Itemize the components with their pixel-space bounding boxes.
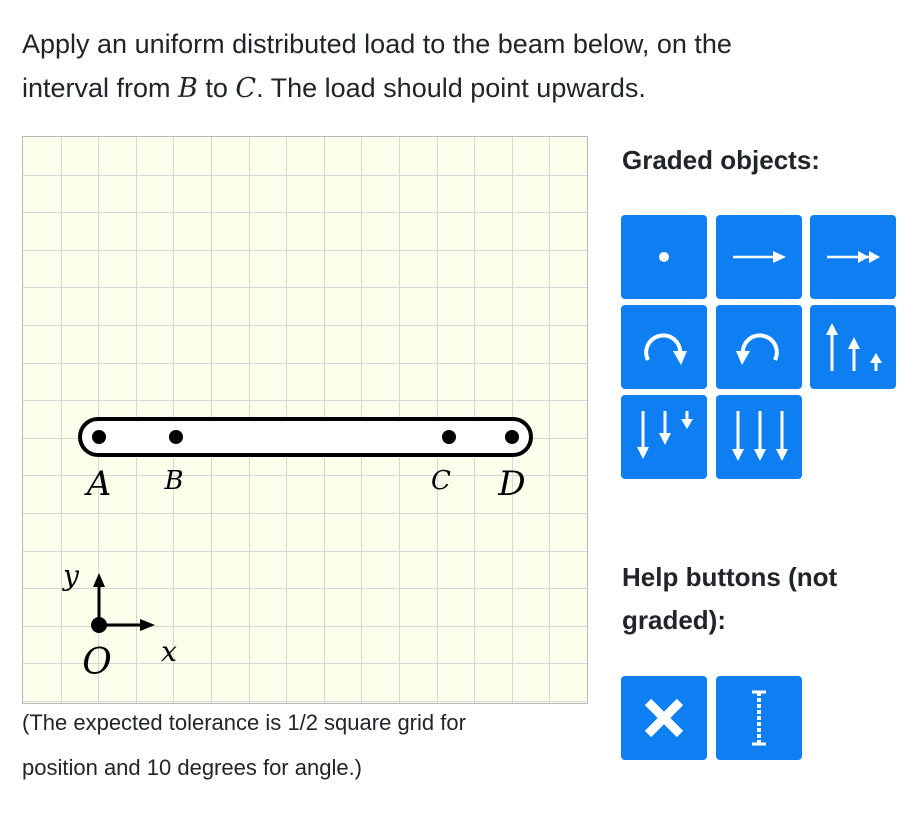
origin-label: O	[82, 642, 112, 683]
vector-icon	[733, 251, 786, 263]
prompt-line-2-prefix: interval from	[22, 73, 179, 103]
help-heading-line-1: Help buttons (not	[622, 562, 838, 592]
canvas-svg[interactable]: A B C D y x O	[23, 137, 587, 703]
tolerance-note: (The expected tolerance is 1/2 square gr…	[22, 700, 582, 790]
clockwise-arc-icon	[644, 333, 687, 365]
add-help-line-button[interactable]	[716, 676, 802, 760]
add-triangular-load-up-button[interactable]	[810, 305, 896, 389]
point-b-dot	[169, 430, 183, 444]
help-buttons-heading: Help buttons (not graded):	[622, 556, 902, 642]
tolerance-line-1: (The expected tolerance is 1/2 square gr…	[22, 710, 466, 735]
prompt-line-1: Apply an uniform distributed load to the…	[22, 29, 732, 59]
beam	[78, 417, 533, 457]
origin-dot	[91, 617, 107, 633]
y-axis-arrowhead	[93, 573, 105, 587]
add-double-headed-vector-button[interactable]	[810, 215, 896, 299]
delete-button[interactable]	[621, 676, 707, 760]
uniform-load-down-icon	[732, 411, 788, 461]
point-a-dot	[92, 430, 106, 444]
add-clockwise-moment-button[interactable]	[621, 305, 707, 389]
help-heading-line-2: graded):	[622, 605, 726, 635]
point-icon	[659, 252, 669, 262]
graded-objects-heading: Graded objects:	[622, 145, 820, 175]
prompt-line-2-suffix: . The load should point upwards.	[256, 73, 646, 103]
point-d-dot	[505, 430, 519, 444]
drawing-canvas[interactable]: A B C D y x O	[22, 136, 588, 704]
delete-icon	[644, 698, 684, 738]
point-c-label: C	[431, 466, 451, 496]
x-axis-arrowhead	[140, 619, 155, 631]
add-uniform-load-down-button[interactable]	[716, 395, 802, 479]
add-vector-button[interactable]	[716, 215, 802, 299]
counterclockwise-arc-icon	[736, 333, 779, 365]
y-axis-label: y	[61, 559, 80, 592]
x-axis-label: x	[161, 635, 177, 668]
add-counterclockwise-moment-button[interactable]	[716, 305, 802, 389]
add-point-button[interactable]	[621, 215, 707, 299]
question-prompt: Apply an uniform distributed load to the…	[22, 22, 902, 111]
add-triangular-load-down-button[interactable]	[621, 395, 707, 479]
triangular-load-down-icon	[637, 411, 693, 459]
prompt-line-2-mid: to	[197, 73, 236, 103]
prompt-from-point: B	[178, 73, 198, 104]
prompt-line-2: interval from B to C. The load should po…	[22, 66, 902, 111]
point-b-label: B	[163, 466, 183, 496]
double-headed-vector-icon	[827, 251, 880, 263]
tolerance-line-2: position and 10 degrees for angle.)	[22, 755, 363, 780]
prompt-to-point: C	[235, 73, 257, 104]
point-d-label: D	[497, 464, 525, 504]
help-line-icon	[752, 690, 766, 746]
triangular-load-up-icon	[826, 323, 882, 371]
point-a-label: A	[84, 464, 112, 504]
point-c-dot	[442, 430, 456, 444]
